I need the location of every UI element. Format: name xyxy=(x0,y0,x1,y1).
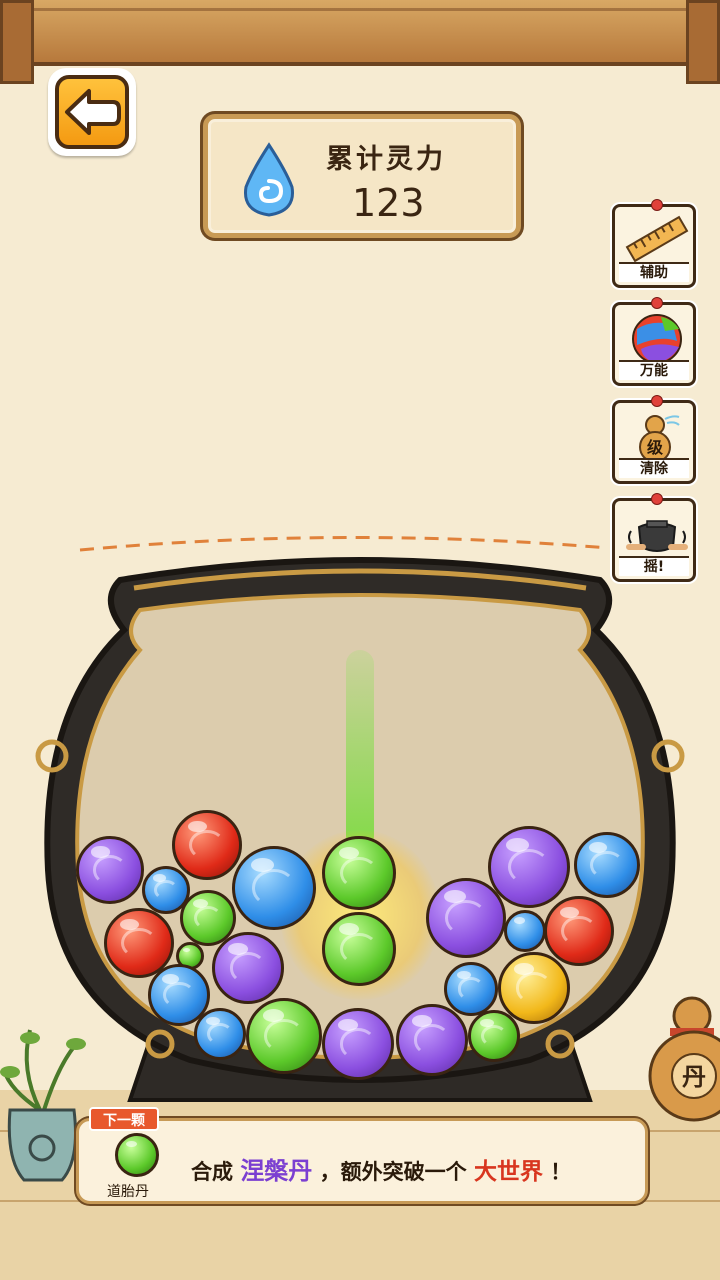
wooden-beam xyxy=(0,0,720,66)
beam-post xyxy=(0,0,34,84)
orb-blue xyxy=(232,846,316,930)
light-beam xyxy=(346,650,374,850)
merge-hint: 合成 涅槃丹 ，额外突破一个 大世界 ！ xyxy=(191,1151,571,1186)
hint-highlight-pill: 涅槃丹 xyxy=(240,1157,313,1185)
hint-prefix: 合成 xyxy=(191,1160,233,1184)
orb-purple xyxy=(426,878,506,958)
orb-purple xyxy=(488,826,570,908)
rainbow-orb-icon xyxy=(632,314,682,364)
tool-universal-button[interactable]: 万能 xyxy=(612,297,696,386)
gourd-icon: 级 xyxy=(639,415,680,463)
game-screen: 累计灵力 123 辅助 万能 级 清除 摇! 丹 下一颗 道胎丹 合成 涅槃丹 … xyxy=(0,0,720,1280)
tool-label: 万能 xyxy=(619,360,689,380)
orb-blue xyxy=(194,1008,246,1060)
tool-assist-button[interactable]: 辅助 xyxy=(612,199,696,288)
orb-purple xyxy=(212,932,284,1004)
orb-purple xyxy=(396,1004,468,1076)
next-orb-panel: 下一颗 道胎丹 合成 涅槃丹 ，额外突破一个 大世界 ！ xyxy=(76,1107,648,1204)
orb-red xyxy=(172,810,242,880)
beam-post xyxy=(686,0,720,84)
svg-text:丹: 丹 xyxy=(682,1063,706,1091)
orb-green xyxy=(468,1010,520,1062)
orb-red xyxy=(544,896,614,966)
next-orb-tag: 下一颗 xyxy=(89,1107,159,1131)
orb-purple xyxy=(322,1008,394,1080)
orb-green xyxy=(246,998,322,1074)
orb-purple xyxy=(76,836,144,904)
orb-blue xyxy=(574,832,640,898)
hint-suffix: ！ xyxy=(550,1160,572,1184)
tool-label: 清除 xyxy=(619,458,689,478)
spirit-drop-icon xyxy=(243,142,295,217)
score-plaque: 累计灵力 123 xyxy=(203,114,521,238)
orb-yellow xyxy=(498,952,570,1024)
back-arrow-icon xyxy=(65,89,121,135)
orb-green xyxy=(322,836,396,910)
back-button[interactable] xyxy=(48,68,136,156)
orb-blue xyxy=(444,962,498,1016)
orb-blue xyxy=(504,910,546,952)
hint-highlight-world: 大世界 xyxy=(473,1159,543,1185)
svg-text:级: 级 xyxy=(647,438,664,457)
score-value: 123 xyxy=(352,181,425,225)
tool-label: 辅助 xyxy=(619,262,689,282)
orb-green xyxy=(322,912,396,986)
ruler-icon xyxy=(625,215,689,263)
dan-gourd-decoration: 丹 xyxy=(648,996,720,1122)
next-orb-preview xyxy=(115,1133,159,1177)
score-title: 累计灵力 xyxy=(326,144,446,175)
next-orb-name: 道胎丹 xyxy=(107,1184,149,1200)
hint-middle: ，额外突破一个 xyxy=(319,1160,467,1184)
tool-clear-button[interactable]: 级 清除 xyxy=(612,395,696,484)
